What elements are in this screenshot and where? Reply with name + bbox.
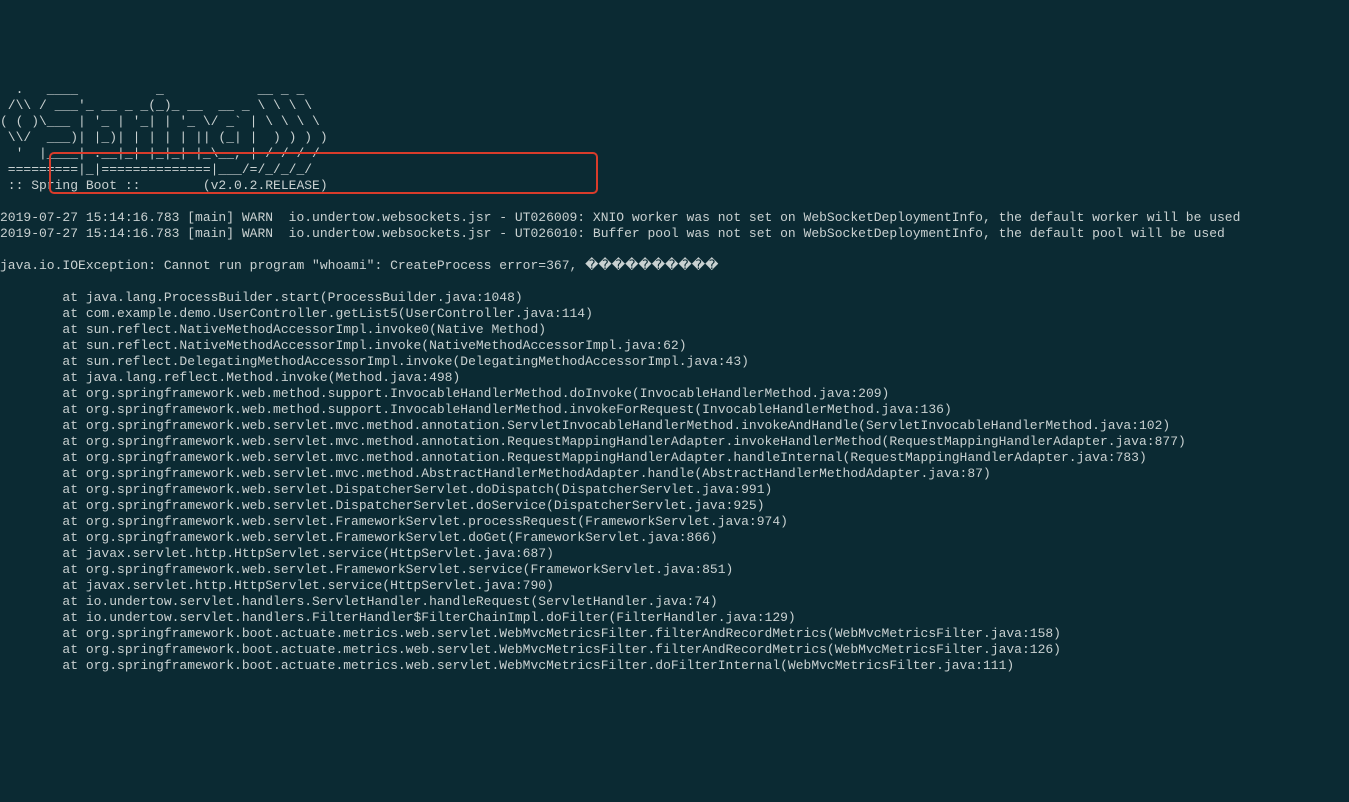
stack-frame: at org.springframework.web.servlet.Dispa…	[0, 482, 1349, 498]
stack-frame: at org.springframework.web.servlet.mvc.m…	[0, 450, 1349, 466]
stack-trace: at java.lang.ProcessBuilder.start(Proces…	[0, 290, 1349, 674]
log-warn-lines: 2019-07-27 15:14:16.783 [main] WARN io.u…	[0, 210, 1349, 242]
stack-frame: at org.springframework.boot.actuate.metr…	[0, 642, 1349, 658]
stack-frame: at org.springframework.web.servlet.Frame…	[0, 514, 1349, 530]
stack-frame: at sun.reflect.NativeMethodAccessorImpl.…	[0, 322, 1349, 338]
stack-frame: at com.example.demo.UserController.getLi…	[0, 306, 1349, 322]
stack-frame: at io.undertow.servlet.handlers.ServletH…	[0, 594, 1349, 610]
stack-frame: at org.springframework.web.method.suppor…	[0, 402, 1349, 418]
exception-line: java.io.IOException: Cannot run program …	[0, 258, 1349, 274]
log-line: 2019-07-27 15:14:16.783 [main] WARN io.u…	[0, 226, 1349, 242]
stack-frame: at org.springframework.web.servlet.Frame…	[0, 562, 1349, 578]
stack-frame: at org.springframework.web.method.suppor…	[0, 386, 1349, 402]
stack-frame: at org.springframework.web.servlet.mvc.m…	[0, 418, 1349, 434]
log-line: 2019-07-27 15:14:16.783 [main] WARN io.u…	[0, 210, 1349, 226]
stack-frame: at org.springframework.web.servlet.Frame…	[0, 530, 1349, 546]
spring-boot-banner: . ____ _ __ _ _ /\\ / ___'_ __ _ _(_)_ _…	[0, 82, 1349, 194]
terminal-output: . ____ _ __ _ _ /\\ / ___'_ __ _ _(_)_ _…	[0, 66, 1349, 690]
stack-frame: at org.springframework.web.servlet.mvc.m…	[0, 434, 1349, 450]
stack-frame: at javax.servlet.http.HttpServlet.servic…	[0, 578, 1349, 594]
stack-frame: at org.springframework.boot.actuate.metr…	[0, 658, 1349, 674]
stack-frame: at org.springframework.boot.actuate.metr…	[0, 626, 1349, 642]
stack-frame: at java.lang.reflect.Method.invoke(Metho…	[0, 370, 1349, 386]
stack-frame: at org.springframework.web.servlet.Dispa…	[0, 498, 1349, 514]
stack-frame: at sun.reflect.NativeMethodAccessorImpl.…	[0, 338, 1349, 354]
stack-frame: at javax.servlet.http.HttpServlet.servic…	[0, 546, 1349, 562]
stack-frame: at io.undertow.servlet.handlers.FilterHa…	[0, 610, 1349, 626]
stack-frame: at sun.reflect.DelegatingMethodAccessorI…	[0, 354, 1349, 370]
stack-frame: at java.lang.ProcessBuilder.start(Proces…	[0, 290, 1349, 306]
stack-frame: at org.springframework.web.servlet.mvc.m…	[0, 466, 1349, 482]
